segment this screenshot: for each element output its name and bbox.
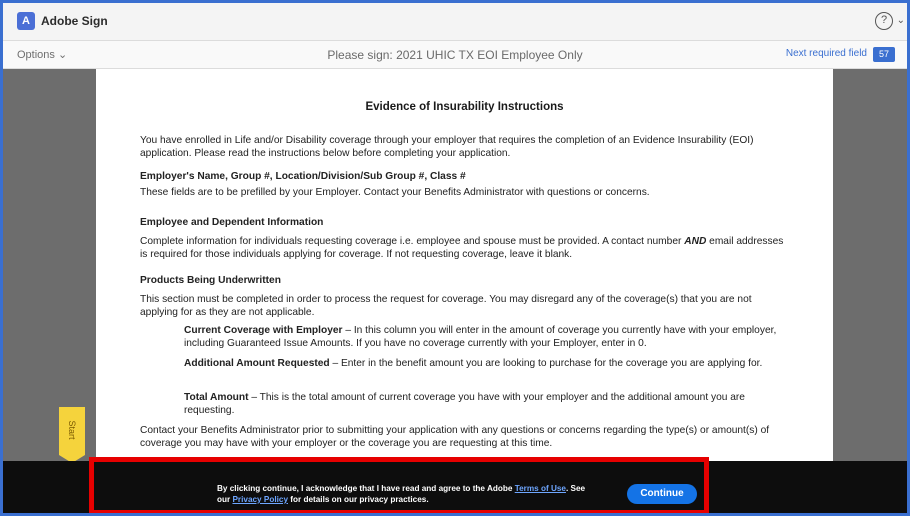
adobe-sign-logo-icon: A (17, 12, 35, 30)
help-icon[interactable]: ? (875, 12, 893, 30)
top-bar: A Adobe Sign ? ⌄ (3, 3, 907, 41)
app-window: A Adobe Sign ? ⌄ Options ⌄ Please sign: … (0, 0, 910, 516)
list-item: Current Coverage with Employer – In this… (184, 325, 794, 350)
chevron-down-icon[interactable]: ⌄ (897, 15, 905, 26)
document-toolbar: Options ⌄ Please sign: 2021 UHIC TX EOI … (3, 41, 907, 69)
section-paragraph: Complete information for individuals req… (140, 236, 790, 261)
document-heading: Evidence of Insurability Instructions (365, 101, 564, 113)
list-item-title: Total Amount (184, 392, 249, 403)
list-item-text: – Enter in the benefit amount you are lo… (329, 358, 763, 369)
paragraph-text: Complete information for individuals req… (140, 236, 682, 247)
required-field-count-badge[interactable]: 57 (873, 47, 895, 62)
list-item-text: – This is the total amount of current co… (184, 392, 745, 416)
closing-paragraph: Contact your Benefits Administrator prio… (140, 425, 770, 449)
list-item: Additional Amount Requested – Enter in t… (184, 358, 794, 371)
document-title: Please sign: 2021 UHIC TX EOI Employee O… (327, 48, 583, 62)
section-heading: Employer's Name, Group #, Location/Divis… (140, 171, 466, 182)
section-paragraph: These fields are to be prefilled by your… (140, 187, 650, 198)
section-paragraph: This section must be completed in order … (140, 294, 752, 318)
emphasis-text: AND (684, 236, 707, 247)
next-required-field-link[interactable]: Next required field (786, 48, 867, 59)
intro-paragraph: You have enrolled in Life and/or Disabil… (140, 135, 754, 159)
section-heading: Employee and Dependent Information (140, 217, 324, 228)
start-tab[interactable]: Start (59, 407, 85, 463)
list-item-title: Current Coverage with Employer (184, 325, 343, 336)
app-title: Adobe Sign (41, 14, 108, 28)
list-item: Total Amount – This is the total amount … (184, 392, 794, 417)
document-page: Evidence of Insurability Instructions Yo… (96, 69, 833, 461)
document-viewer[interactable]: Evidence of Insurability Instructions Yo… (3, 69, 907, 461)
highlight-box (89, 457, 709, 513)
list-item-title: Additional Amount Requested (184, 358, 330, 369)
start-tab-label: Start (67, 420, 77, 440)
section-heading: Products Being Underwritten (140, 275, 281, 286)
